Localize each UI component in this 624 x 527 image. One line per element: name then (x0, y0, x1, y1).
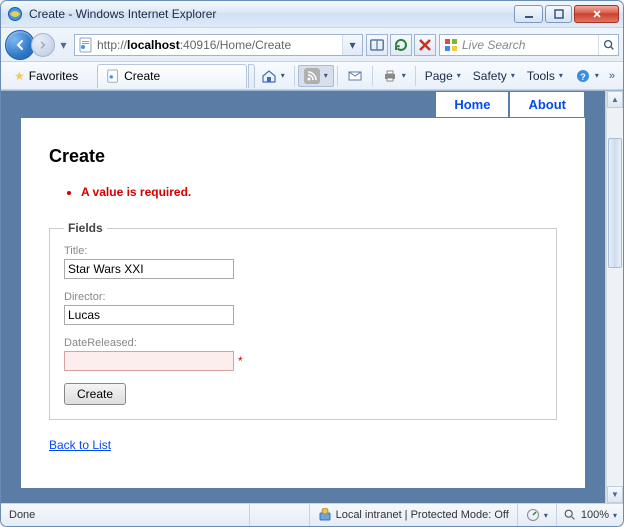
close-button[interactable] (574, 5, 619, 23)
search-placeholder: Live Search (462, 38, 598, 52)
status-text: Done (1, 504, 250, 526)
search-provider-icon (443, 37, 459, 53)
safety-menu[interactable]: Safety▾ (467, 65, 521, 87)
nav-buttons: ▾ (5, 30, 70, 60)
field-director: Director: (64, 291, 542, 325)
ie-window: Create - Windows Internet Explorer ▾ htt… (0, 0, 624, 527)
search-button[interactable] (598, 35, 618, 55)
maximize-button[interactable] (545, 5, 572, 23)
fieldset-legend: Fields (64, 221, 107, 235)
content-area: Home About Create A value is required. F… (1, 90, 623, 503)
command-bar: ▾ ▾ ▾ Page▾ Safety▾ Tools▾ ?▾ » (255, 65, 619, 87)
vertical-scrollbar[interactable]: ▲ ▼ (606, 91, 623, 503)
navigation-bar: ▾ http://localhost:40916/Home/Create ▾ (1, 28, 623, 62)
title-input[interactable] (64, 259, 234, 279)
scroll-down-button[interactable]: ▼ (607, 486, 623, 503)
tab-label: Create (124, 69, 160, 83)
compat-view-button[interactable] (366, 34, 388, 56)
zone-icon (318, 508, 332, 522)
help-button[interactable]: ?▾ (569, 65, 605, 87)
nav-home-link[interactable]: Home (435, 91, 509, 118)
nav-history-dropdown[interactable]: ▾ (57, 35, 70, 55)
zoom-control[interactable]: 100% ▾ (557, 508, 623, 522)
ie-icon (7, 6, 23, 22)
title-label: Title: (64, 245, 542, 257)
scroll-up-button[interactable]: ▲ (607, 91, 623, 108)
home-button[interactable]: ▾ (255, 65, 291, 87)
date-label: DateReleased: (64, 337, 542, 349)
tools-menu[interactable]: Tools▾ (521, 65, 569, 87)
field-date-released: DateReleased: * (64, 337, 542, 371)
validation-summary: A value is required. (49, 185, 557, 199)
favorites-button[interactable]: ★ Favorites (5, 66, 87, 86)
date-input[interactable] (64, 351, 234, 371)
nav-about-link[interactable]: About (509, 91, 585, 118)
zoom-value: 100% (581, 509, 609, 521)
forward-button[interactable] (31, 33, 55, 57)
search-box[interactable]: Live Search (439, 34, 619, 56)
back-to-list-link[interactable]: Back to List (49, 438, 111, 452)
title-bar: Create - Windows Internet Explorer (1, 1, 623, 28)
status-bar: Done Local intranet | Protected Mode: Of… (1, 503, 623, 526)
scroll-thumb[interactable] (608, 138, 622, 268)
minimize-button[interactable] (514, 5, 543, 23)
page-icon (78, 37, 94, 53)
print-button[interactable]: ▾ (376, 65, 412, 87)
page-heading: Create (49, 146, 557, 167)
director-label: Director: (64, 291, 542, 303)
viewport: Home About Create A value is required. F… (1, 91, 606, 503)
overflow-chevron[interactable]: » (605, 70, 619, 82)
favorites-label: Favorites (29, 69, 78, 83)
feeds-button[interactable]: ▾ (298, 65, 334, 87)
refresh-button[interactable] (390, 34, 412, 56)
browser-tab[interactable]: Create (97, 64, 247, 88)
tab-page-icon (106, 69, 120, 83)
favorites-bar: ★ Favorites Create ▾ ▾ ▾ (1, 62, 623, 90)
create-button[interactable]: Create (64, 383, 126, 405)
page-card: Create A value is required. Fields Title… (21, 118, 585, 488)
addr-action-buttons (366, 34, 436, 56)
site-nav: Home About (21, 91, 585, 118)
required-star: * (238, 354, 243, 368)
field-title: Title: (64, 245, 542, 279)
address-bar[interactable]: http://localhost:40916/Home/Create ▾ (74, 34, 363, 56)
security-zone[interactable]: Local intranet | Protected Mode: Off (310, 504, 518, 526)
director-input[interactable] (64, 305, 234, 325)
read-mail-button[interactable] (341, 65, 369, 87)
web-page: Home About Create A value is required. F… (1, 91, 605, 503)
window-title: Create - Windows Internet Explorer (29, 7, 514, 21)
scroll-track[interactable] (607, 108, 623, 486)
fields-fieldset: Fields Title: Director: DateReleased: * (49, 221, 557, 420)
svg-text:?: ? (580, 72, 586, 82)
address-dropdown[interactable]: ▾ (342, 35, 362, 55)
page-menu[interactable]: Page▾ (419, 65, 467, 87)
status-gauge[interactable]: ▾ (518, 504, 557, 526)
star-icon: ★ (14, 69, 25, 83)
stop-button[interactable] (414, 34, 436, 56)
url-text: http://localhost:40916/Home/Create (97, 38, 342, 52)
validation-msg: A value is required. (81, 185, 557, 199)
status-blank-1 (250, 504, 310, 526)
window-controls (514, 5, 619, 23)
